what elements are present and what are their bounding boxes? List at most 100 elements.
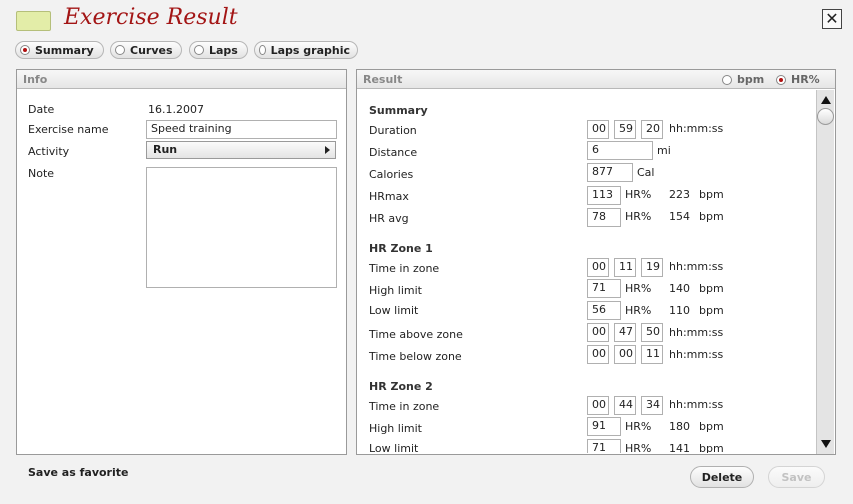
zone1-below-label: Time below zone xyxy=(369,350,462,363)
result-panel-title: Result xyxy=(363,73,403,86)
hrmax-bpm-value: 223 xyxy=(669,188,690,201)
zone2-time-in-minutes[interactable]: 44 xyxy=(614,396,636,415)
info-panel-title: Info xyxy=(23,73,48,86)
zone2-high-label: High limit xyxy=(369,422,422,435)
zone1-low-bpm-value: 110 xyxy=(669,304,690,317)
duration-label: Duration xyxy=(369,124,417,137)
hrmax-pct-unit: HR% xyxy=(625,188,652,201)
zone2-low-field[interactable]: 71 xyxy=(587,439,621,453)
zone1-above-minutes[interactable]: 47 xyxy=(614,323,636,342)
zone2-high-field[interactable]: 91 xyxy=(587,417,621,436)
tab-label: Laps xyxy=(209,43,238,57)
tab-curves[interactable]: Curves xyxy=(110,41,182,59)
time-unit: hh:mm:ss xyxy=(669,398,724,411)
zone1-time-in-label: Time in zone xyxy=(369,262,440,275)
duration-seconds[interactable]: 20 xyxy=(641,120,663,139)
hr-percent-option-label: HR% xyxy=(791,73,820,86)
radio-icon xyxy=(194,45,204,55)
hravg-field[interactable]: 78 xyxy=(587,208,621,227)
calories-field[interactable]: 877 xyxy=(587,163,633,182)
tab-summary[interactable]: Summary xyxy=(15,41,104,59)
window-title: Exercise Result xyxy=(64,5,238,30)
bpm-option[interactable]: bpm xyxy=(722,73,764,86)
zone2-time-in-label: Time in zone xyxy=(369,400,440,413)
calories-unit: Cal xyxy=(637,166,655,179)
zone1-below-minutes[interactable]: 00 xyxy=(614,345,636,364)
zone2-time-in-hours[interactable]: 00 xyxy=(587,396,609,415)
scroll-up-icon[interactable] xyxy=(821,96,831,104)
bpm-unit: bpm xyxy=(699,420,724,433)
result-scrollbar[interactable] xyxy=(816,90,834,454)
zone1-low-label: Low limit xyxy=(369,304,419,317)
zone1-time-in-minutes[interactable]: 11 xyxy=(614,258,636,277)
duration-minutes[interactable]: 59 xyxy=(614,120,636,139)
zone2-time-in-seconds[interactable]: 34 xyxy=(641,396,663,415)
zone1-high-label: High limit xyxy=(369,284,422,297)
zone1-low-field[interactable]: 56 xyxy=(587,301,621,320)
zone1-heading: HR Zone 1 xyxy=(369,242,433,255)
zone2-low-label: Low limit xyxy=(369,442,419,453)
date-value: 16.1.2007 xyxy=(148,103,204,116)
hravg-bpm-value: 154 xyxy=(669,210,690,223)
zone2-heading: HR Zone 2 xyxy=(369,380,433,393)
zone1-time-in-hours[interactable]: 00 xyxy=(587,258,609,277)
time-unit: hh:mm:ss xyxy=(669,260,724,273)
hravg-pct-unit: HR% xyxy=(625,210,652,223)
zone1-high-bpm-value: 140 xyxy=(669,282,690,295)
note-label: Note xyxy=(28,167,55,180)
exercise-name-field[interactable]: Speed training xyxy=(146,120,337,139)
save-as-favorite-link[interactable]: Save as favorite xyxy=(28,466,128,479)
info-panel-header: Info xyxy=(17,70,346,89)
hr-percent-option[interactable]: HR% xyxy=(776,73,820,86)
radio-icon xyxy=(776,74,786,85)
hrmax-label: HRmax xyxy=(369,190,409,203)
distance-label: Distance xyxy=(369,146,418,159)
zone1-above-hours[interactable]: 00 xyxy=(587,323,609,342)
scroll-down-icon[interactable] xyxy=(821,440,831,448)
zone1-below-hours[interactable]: 00 xyxy=(587,345,609,364)
tab-label: Laps graphic xyxy=(270,43,350,57)
date-label: Date xyxy=(28,103,55,116)
activity-value: Run xyxy=(153,143,178,156)
close-button[interactable]: ✕ xyxy=(822,9,842,29)
bpm-unit: bpm xyxy=(699,282,724,295)
result-panel: Result Summary Duration 00 59 20 hh:mm:s… xyxy=(356,69,836,455)
zone2-high-bpm-value: 180 xyxy=(669,420,690,433)
radio-icon xyxy=(20,45,30,55)
bpm-unit: bpm xyxy=(699,188,724,201)
radio-icon xyxy=(115,45,125,55)
activity-label: Activity xyxy=(28,145,70,158)
save-button[interactable]: Save xyxy=(768,466,825,488)
calories-label: Calories xyxy=(369,168,414,181)
distance-unit: mi xyxy=(657,144,671,157)
delete-button[interactable]: Delete xyxy=(690,466,754,488)
distance-field[interactable]: 6 xyxy=(587,141,653,160)
tab-label: Curves xyxy=(130,43,173,57)
scroll-thumb[interactable] xyxy=(817,108,834,125)
bpm-unit: bpm xyxy=(699,304,724,317)
summary-heading: Summary xyxy=(369,104,428,117)
note-field[interactable] xyxy=(146,167,337,288)
radio-icon xyxy=(259,45,266,55)
hravg-label: HR avg xyxy=(369,212,409,225)
result-scroll-area[interactable]: Summary Duration 00 59 20 hh:mm:ss Dista… xyxy=(358,89,814,453)
zone1-above-seconds[interactable]: 50 xyxy=(641,323,663,342)
time-unit: hh:mm:ss xyxy=(669,348,724,361)
time-unit: hh:mm:ss xyxy=(669,326,724,339)
zone1-above-label: Time above zone xyxy=(369,328,463,341)
zone2-low-bpm-value: 141 xyxy=(669,442,690,453)
exercise-name-label: Exercise name xyxy=(28,123,109,136)
activity-select[interactable]: Run xyxy=(146,141,336,159)
zone1-low-pct-unit: HR% xyxy=(625,304,652,317)
zone1-below-seconds[interactable]: 11 xyxy=(641,345,663,364)
bpm-option-label: bpm xyxy=(737,73,765,86)
chevron-right-icon xyxy=(325,146,330,154)
zone1-time-in-seconds[interactable]: 19 xyxy=(641,258,663,277)
tab-laps-graphic[interactable]: Laps graphic xyxy=(254,41,358,59)
radio-icon xyxy=(722,74,732,85)
close-icon: ✕ xyxy=(825,9,839,28)
hrmax-field[interactable]: 113 xyxy=(587,186,621,205)
tab-laps[interactable]: Laps xyxy=(189,41,248,59)
zone1-high-field[interactable]: 71 xyxy=(587,279,621,298)
duration-hours[interactable]: 00 xyxy=(587,120,609,139)
